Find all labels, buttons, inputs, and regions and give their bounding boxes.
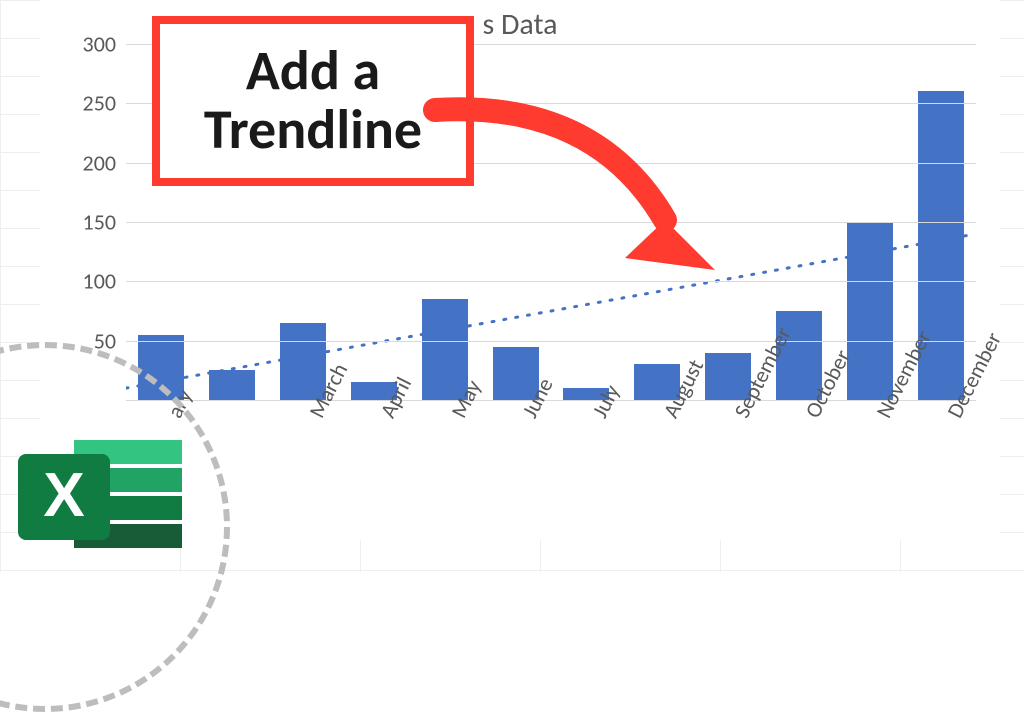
- y-tick-label: 200: [83, 149, 126, 176]
- excel-logo-icon: X: [12, 434, 192, 554]
- bar-february[interactable]: [209, 370, 255, 400]
- y-tick-label: 250: [83, 90, 126, 117]
- y-tick-label: 100: [83, 268, 126, 295]
- x-label-slot: May: [409, 404, 480, 534]
- callout-line2: Trendline: [204, 101, 422, 160]
- x-label-slot: July: [551, 404, 622, 534]
- bar-november[interactable]: [847, 222, 893, 400]
- callout-arrow-icon: [415, 90, 725, 290]
- y-tick-label: 150: [83, 209, 126, 236]
- x-label-slot: September: [693, 404, 764, 534]
- x-label-slot: April: [338, 404, 409, 534]
- svg-text:X: X: [43, 461, 84, 530]
- chart-title: s Data: [482, 6, 557, 43]
- x-label-slot: June: [480, 404, 551, 534]
- y-tick-label: 300: [83, 31, 126, 58]
- x-label-slot: November: [834, 404, 905, 534]
- x-label-slot: August: [622, 404, 693, 534]
- x-label-slot: October: [763, 404, 834, 534]
- callout-line1: Add a: [246, 42, 380, 101]
- x-axis-labels: aryMarchAprilMayJuneJulyAugustSeptemberO…: [126, 404, 976, 534]
- gridline: [126, 341, 976, 342]
- x-label-slot: December: [905, 404, 976, 534]
- x-label-slot: March: [268, 404, 339, 534]
